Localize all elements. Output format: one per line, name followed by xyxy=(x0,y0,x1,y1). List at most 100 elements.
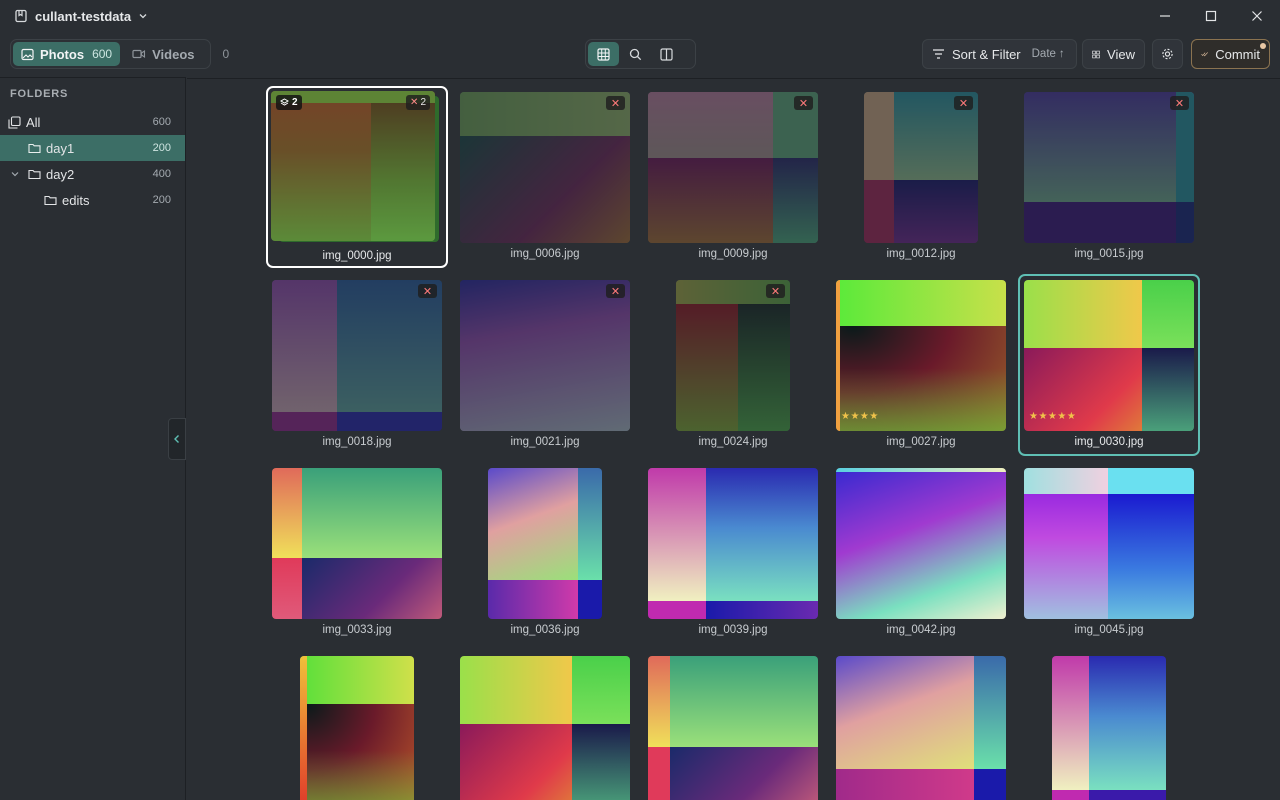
photo-cell[interactable]: img_0039.jpg xyxy=(642,462,824,644)
photo-cell[interactable] xyxy=(454,650,636,800)
photo-thumbnail: ★★★★★ xyxy=(1024,280,1194,431)
videos-count: 0 xyxy=(222,47,230,61)
photo-cell[interactable] xyxy=(642,650,824,800)
photo-cell[interactable]: ✕ img_0009.jpg xyxy=(642,86,824,268)
photo-filename: img_0045.jpg xyxy=(1074,624,1144,636)
folder-icon xyxy=(28,143,41,154)
grid-icon xyxy=(597,47,610,61)
settings-button[interactable] xyxy=(1152,39,1183,69)
photo-cell[interactable]: img_0042.jpg xyxy=(830,462,1012,644)
photo-thumbnail xyxy=(1052,656,1166,800)
folder-item-all[interactable]: All 600 xyxy=(0,109,185,135)
photo-filename: img_0009.jpg xyxy=(698,248,768,260)
photo-filename: img_0015.jpg xyxy=(1074,248,1144,260)
photo-cell[interactable] xyxy=(266,650,448,800)
photo-thumbnail xyxy=(648,468,818,619)
photo-filename: img_0021.jpg xyxy=(510,436,580,448)
photos-count: 600 xyxy=(92,47,113,61)
photo-filename: img_0042.jpg xyxy=(886,624,956,636)
photo-filename: img_0030.jpg xyxy=(1074,436,1144,448)
photo-cell[interactable]: ✕ img_0015.jpg xyxy=(1018,86,1200,268)
toolbar: Photos 600 Videos 0 Sort & Filter Date ↑… xyxy=(0,32,1280,76)
photo-filename: img_0036.jpg xyxy=(510,624,580,636)
minimize-icon xyxy=(1160,15,1170,17)
folder-count: 600 xyxy=(152,116,171,128)
compare-view-button[interactable] xyxy=(652,42,681,66)
folder-count: 400 xyxy=(152,168,171,180)
photo-filename: img_0018.jpg xyxy=(322,436,392,448)
photo-cell[interactable]: img_0033.jpg xyxy=(266,462,448,644)
sort-filter-label: Sort & Filter xyxy=(952,46,1021,62)
photo-thumbnail: 2 ✕ 2 xyxy=(271,91,435,241)
photo-cell[interactable]: img_0045.jpg xyxy=(1018,462,1200,644)
photo-cell[interactable]: 2 ✕ 2 img_0000.jpg xyxy=(266,86,448,268)
sort-field: Date xyxy=(1031,48,1056,60)
photo-cell[interactable]: ✕ img_0006.jpg xyxy=(454,86,636,268)
folder-item-edits[interactable]: edits 200 xyxy=(0,187,185,213)
commit-button[interactable]: Commit xyxy=(1191,39,1270,69)
sort-direction: ↑ xyxy=(1058,48,1065,60)
close-button[interactable] xyxy=(1234,0,1280,32)
stack-badge: 2 xyxy=(276,95,302,110)
minimize-button[interactable] xyxy=(1142,0,1188,32)
commit-label: Commit xyxy=(1215,46,1260,62)
chevron-down-icon xyxy=(139,14,147,19)
photo-thumbnail: ✕ xyxy=(648,92,818,243)
photo-thumbnail xyxy=(272,468,442,619)
chevron-left-icon xyxy=(174,435,179,443)
grid-view-button[interactable] xyxy=(588,42,619,66)
search-button[interactable] xyxy=(619,42,652,66)
sidebar-collapse-button[interactable] xyxy=(168,418,186,460)
chevron-down-icon[interactable] xyxy=(10,169,20,179)
photo-thumbnail xyxy=(648,656,818,800)
tab-photos-label: Photos xyxy=(40,46,85,62)
photo-cell[interactable]: img_0036.jpg xyxy=(454,462,636,644)
photo-thumbnail xyxy=(460,656,630,800)
photo-thumbnail: ✕ xyxy=(676,280,790,431)
reject-icon: ✕ xyxy=(606,96,625,110)
title-bar: cullant-testdata xyxy=(0,0,1280,32)
photo-cell[interactable]: ★★★★ img_0027.jpg xyxy=(830,274,1012,456)
folder-switcher[interactable]: cullant-testdata xyxy=(14,9,148,24)
photo-filename: img_0033.jpg xyxy=(322,624,392,636)
folder-item-day1[interactable]: day1 200 xyxy=(0,135,185,161)
tab-photos[interactable]: Photos 600 xyxy=(13,42,121,66)
maximize-button[interactable] xyxy=(1188,0,1234,32)
layers-icon xyxy=(280,98,289,106)
folder-label: All xyxy=(26,114,41,130)
tab-videos[interactable]: Videos 0 xyxy=(124,42,237,66)
photo-cell[interactable]: ★★★★★ img_0030.jpg xyxy=(1018,274,1200,456)
photo-filename: img_0027.jpg xyxy=(886,436,956,448)
gear-icon xyxy=(1162,48,1173,60)
view-button[interactable]: View xyxy=(1082,39,1145,69)
search-icon xyxy=(629,48,642,60)
photo-filename: img_0012.jpg xyxy=(886,248,956,260)
photo-thumbnail xyxy=(300,656,414,800)
layout-icon xyxy=(1092,50,1100,58)
photo-cell[interactable]: ✕ img_0024.jpg xyxy=(642,274,824,456)
photo-thumbnail: ✕ xyxy=(460,92,630,243)
photo-thumbnail: ★★★★ xyxy=(836,280,1006,431)
photo-filename: img_0039.jpg xyxy=(698,624,768,636)
photo-thumbnail xyxy=(488,468,602,619)
folders-heading: FOLDERS xyxy=(10,88,69,100)
photo-cell[interactable] xyxy=(830,650,1012,800)
reject-icon: ✕ xyxy=(794,96,813,110)
photo-cell[interactable]: ✕ img_0018.jpg xyxy=(266,274,448,456)
tab-videos-label: Videos xyxy=(152,46,195,62)
folder-count: 200 xyxy=(152,194,171,206)
photo-cell[interactable] xyxy=(1018,650,1200,800)
rating-stars: ★★★★★ xyxy=(1029,411,1077,422)
close-icon xyxy=(1252,11,1262,21)
maximize-icon xyxy=(1205,10,1217,22)
photo-cell[interactable]: ✕ img_0012.jpg xyxy=(830,86,1012,268)
book-icon xyxy=(15,9,27,23)
stack-count: 2 xyxy=(292,97,298,108)
photo-cell[interactable]: ✕ img_0021.jpg xyxy=(454,274,636,456)
folder-item-day2[interactable]: day2 400 xyxy=(0,161,185,187)
photo-thumbnail: ✕ xyxy=(272,280,442,431)
photo-thumbnail: ✕ xyxy=(864,92,978,243)
video-icon xyxy=(132,49,146,59)
reject-icon: ✕ xyxy=(1170,96,1189,110)
sort-filter-button[interactable]: Sort & Filter Date ↑ xyxy=(922,39,1077,69)
